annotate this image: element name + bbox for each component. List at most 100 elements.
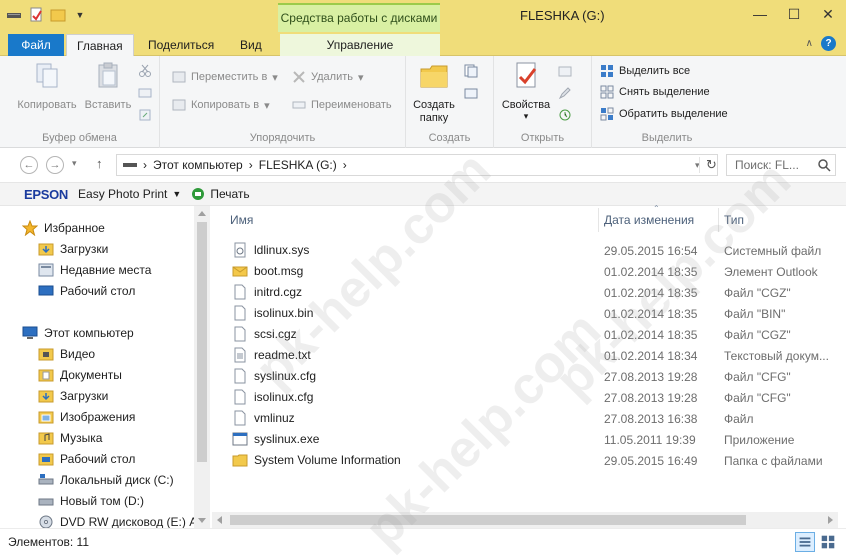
properties-button[interactable]: Свойства ▾: [498, 60, 554, 122]
nav-recent-places[interactable]: Недавние места: [38, 260, 151, 280]
tab-share[interactable]: Поделиться: [138, 34, 224, 56]
forward-button[interactable]: →: [46, 156, 64, 174]
window-title: FLESHKA (G:): [520, 8, 605, 23]
horizontal-scroll-thumb[interactable]: [230, 515, 746, 525]
table-row[interactable]: syslinux.cfg 27.08.2013 19:28 Файл "CFG": [212, 366, 838, 387]
invert-selection-button[interactable]: Обратить выделение: [600, 107, 728, 121]
search-input[interactable]: Поиск: FL...: [726, 154, 836, 176]
move-to-button[interactable]: Переместить в ▾: [172, 70, 278, 84]
nav-downloads-pc[interactable]: Загрузки: [38, 386, 108, 406]
music-folder-icon: [38, 432, 54, 445]
table-row[interactable]: ldlinux.sys 29.05.2015 16:54 Системный фай…: [212, 240, 838, 261]
drive-icon[interactable]: [6, 7, 22, 23]
copy-path-icon[interactable]: [138, 86, 152, 100]
new-item-icon[interactable]: [464, 64, 478, 78]
nav-new-volume-d[interactable]: Новый том (D:): [38, 491, 144, 511]
nav-desktop-pc[interactable]: Рабочий стол: [38, 449, 135, 469]
new-folder-button[interactable]: Создать папку: [408, 60, 460, 125]
nav-local-disk-c[interactable]: Локальный диск (C:): [38, 470, 174, 490]
file-name-cell: scsi.cgz: [232, 326, 297, 342]
group-new-label: Создать: [428, 132, 471, 144]
scroll-left-icon[interactable]: [217, 516, 222, 524]
nav-scroll-thumb[interactable]: [197, 222, 207, 462]
chevron-down-icon: ▾: [523, 111, 529, 121]
details-view-icon[interactable]: [795, 532, 815, 552]
table-row[interactable]: syslinux.exe 11.05.2011 19:39 Приложение: [212, 429, 838, 450]
file-type: Файл "CFG": [724, 370, 791, 384]
pictures-folder-icon: [38, 411, 54, 424]
maximize-icon[interactable]: ☐: [786, 6, 802, 22]
table-row[interactable]: scsi.cgz 01.02.2014 18:35 Файл "CGZ": [212, 324, 838, 345]
table-row[interactable]: initrd.cgz 01.02.2014 18:35 Файл "CGZ": [212, 282, 838, 303]
nav-music[interactable]: Музыка: [38, 428, 102, 448]
refresh-icon[interactable]: ↻: [699, 157, 723, 173]
nav-this-pc[interactable]: Этот компьютер: [22, 323, 134, 343]
scroll-down-icon[interactable]: [198, 518, 206, 523]
column-name[interactable]: Имя: [224, 206, 598, 234]
file-type: Файл "BIN": [724, 307, 786, 321]
easy-photo-print-button[interactable]: Easy Photo Print ▼: [78, 187, 181, 201]
horizontal-scrollbar[interactable]: [212, 512, 838, 528]
table-row[interactable]: isolinux.cfg 27.08.2013 19:28 Файл "CFG": [212, 387, 838, 408]
copy-button[interactable]: Копировать: [14, 60, 80, 111]
breadcrumb-drive[interactable]: FLESHKA (G:): [259, 158, 337, 172]
item-count: Элементов: 11: [8, 535, 89, 549]
history-icon[interactable]: [558, 108, 572, 122]
nav-favorites[interactable]: Избранное: [22, 218, 105, 238]
breadcrumb-computer[interactable]: Этот компьютер: [153, 158, 243, 172]
nav-desktop-fav[interactable]: Рабочий стол: [38, 281, 135, 301]
print-icon: [192, 188, 205, 200]
new-folder-icon[interactable]: [50, 7, 66, 23]
column-type[interactable]: Тип: [718, 206, 836, 234]
properties-icon[interactable]: [28, 7, 44, 23]
table-row[interactable]: boot.msg 01.02.2014 18:35 Элемент Outlook: [212, 261, 838, 282]
collapse-ribbon-icon[interactable]: ∧: [806, 38, 813, 49]
scroll-right-icon[interactable]: [828, 516, 833, 524]
table-row[interactable]: isolinux.bin 01.02.2014 18:35 Файл "BIN": [212, 303, 838, 324]
tab-file[interactable]: Файл: [8, 34, 64, 56]
nav-documents[interactable]: Документы: [38, 365, 122, 385]
file-name-cell: syslinux.cfg: [232, 368, 316, 384]
help-icon[interactable]: ?: [821, 36, 836, 51]
folder-icon: [420, 65, 448, 88]
file-name: isolinux.bin: [254, 306, 314, 320]
close-icon[interactable]: ✕: [820, 6, 836, 22]
tab-view[interactable]: Вид: [230, 34, 272, 56]
cut-icon[interactable]: [138, 64, 152, 78]
recent-locations-icon[interactable]: ▾: [72, 158, 77, 169]
nav-dvd-drive-e[interactable]: DVD RW дисковод (E:) Au: [38, 512, 204, 528]
tab-manage[interactable]: Управление: [280, 34, 440, 56]
scroll-up-icon[interactable]: [198, 211, 206, 216]
file-icon: [234, 284, 246, 300]
file-name-cell: vmlinuz: [232, 410, 295, 426]
paste-button[interactable]: Вставить: [82, 60, 134, 111]
minimize-icon[interactable]: —: [752, 6, 768, 22]
file-name-cell: initrd.cgz: [232, 284, 302, 300]
nav-downloads[interactable]: Загрузки: [38, 239, 108, 259]
select-none-button[interactable]: Снять выделение: [600, 85, 710, 99]
table-row[interactable]: System Volume Information 29.05.2015 16:4…: [212, 450, 838, 471]
delete-button[interactable]: Удалить ▾: [292, 70, 364, 84]
table-row[interactable]: readme.txt 01.02.2014 18:34 Текстовый доку…: [212, 345, 838, 366]
select-all-button[interactable]: Выделить все: [600, 64, 690, 78]
copy-to-button[interactable]: Копировать в ▾: [172, 98, 270, 112]
rename-button[interactable]: Переименовать: [292, 98, 392, 112]
nav-scrollbar[interactable]: [194, 206, 210, 528]
customize-toolbar-icon[interactable]: ▼: [72, 7, 88, 23]
large-icons-view-icon[interactable]: [818, 532, 838, 552]
address-bar[interactable]: › Этот компьютер › FLESHKA (G:) › ▾ ↻: [116, 154, 718, 176]
nav-pictures[interactable]: Изображения: [38, 407, 135, 427]
rename-icon: [292, 101, 306, 109]
nav-video[interactable]: Видео: [38, 344, 95, 364]
paste-shortcut-icon[interactable]: [138, 108, 152, 122]
tab-home[interactable]: Главная: [66, 34, 134, 56]
up-icon[interactable]: ↑: [96, 156, 103, 171]
group-open: Свойства ▾ Открыть: [494, 56, 592, 148]
edit-icon[interactable]: [558, 86, 572, 100]
table-row[interactable]: vmlinuz 27.08.2013 16:38 Файл: [212, 408, 838, 429]
file-name-cell: ldlinux.sys: [232, 242, 309, 258]
back-button[interactable]: ←: [20, 156, 38, 174]
easy-access-icon[interactable]: [464, 86, 478, 100]
print-button[interactable]: Печать: [191, 187, 250, 201]
open-icon[interactable]: [558, 64, 572, 78]
